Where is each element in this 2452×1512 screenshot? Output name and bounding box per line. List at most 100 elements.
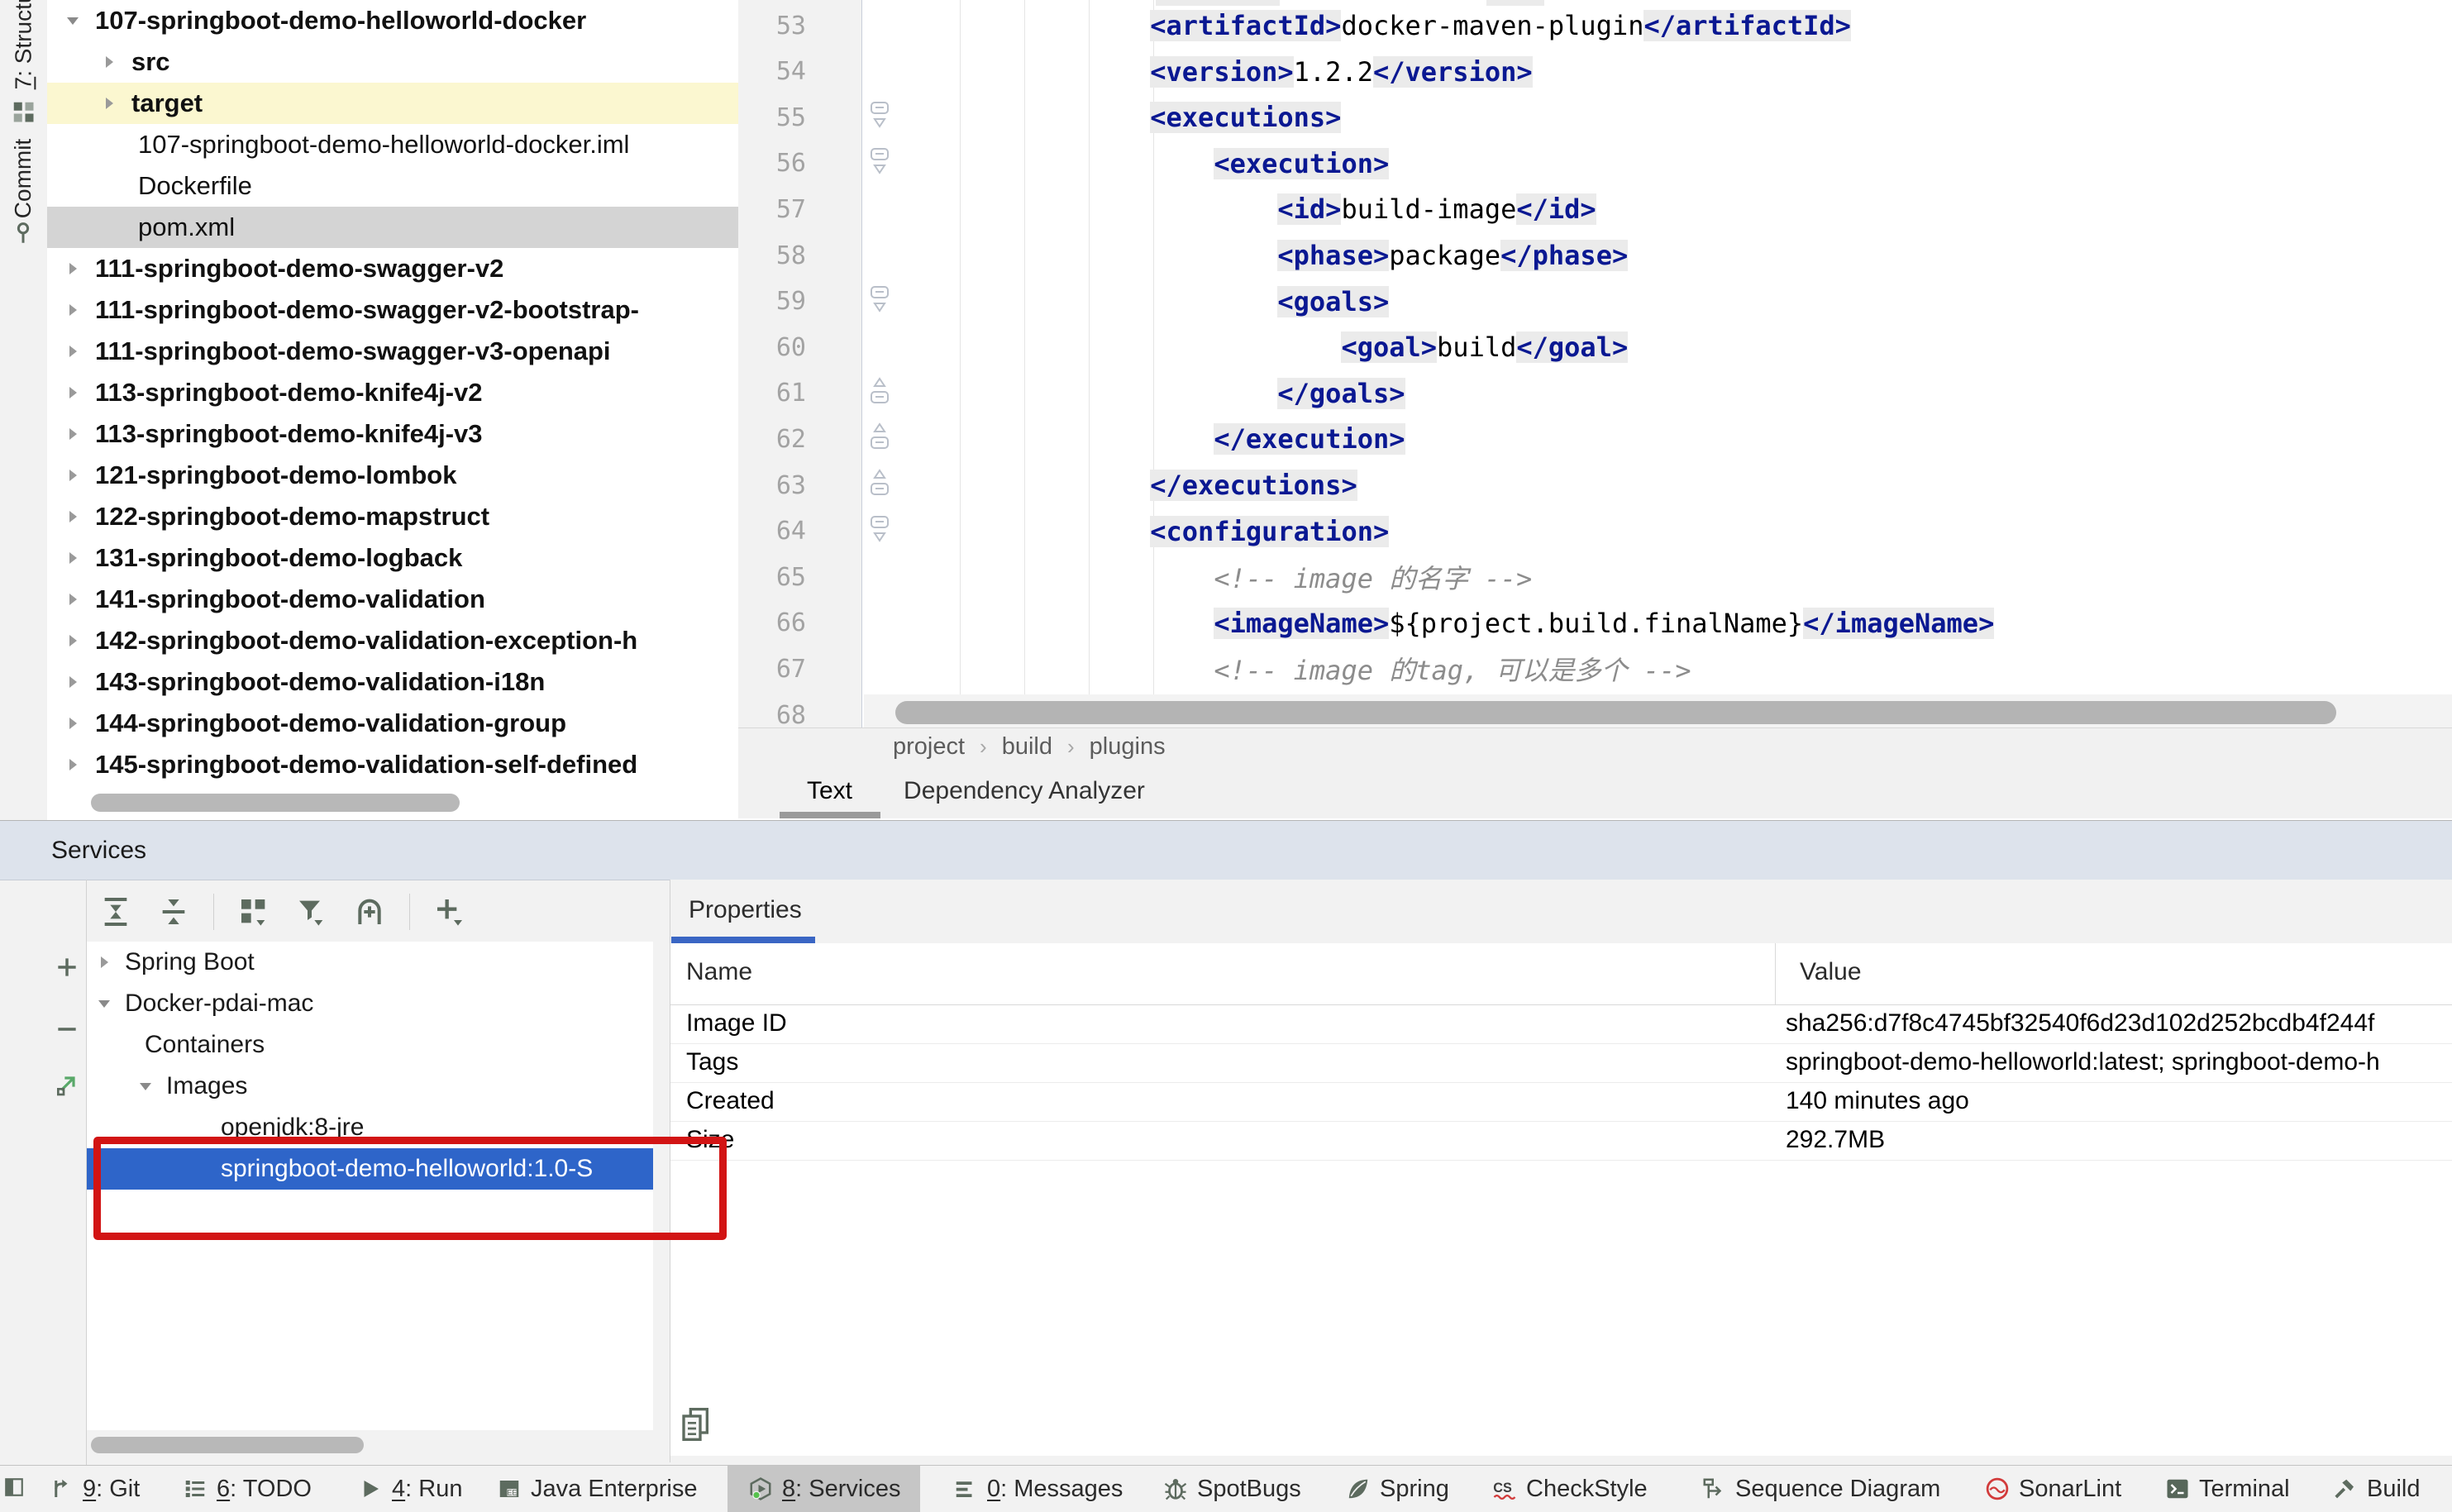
- code-line[interactable]: 58 <phase>package</phase>: [738, 232, 2452, 279]
- column-divider[interactable]: [1775, 943, 1776, 1004]
- property-row[interactable]: Tagsspringboot-demo-helloworld:latest; s…: [670, 1043, 2452, 1083]
- chevron-right-icon[interactable]: [62, 341, 83, 362]
- tree-row[interactable]: target: [47, 83, 738, 124]
- breadcrumb-item[interactable]: plugins: [1090, 733, 1166, 761]
- statusbar-button-spotbugs[interactable]: SpotBugs: [1162, 1466, 1301, 1512]
- column-header-name[interactable]: Name: [686, 958, 752, 986]
- chevron-down-icon[interactable]: [62, 10, 83, 31]
- statusbar-button-todo[interactable]: 6: TODO: [182, 1466, 312, 1512]
- tree-row[interactable]: 107-springboot-demo-helloworld-docker: [47, 0, 738, 41]
- remove-button[interactable]: [54, 1016, 80, 1042]
- chevron-right-icon[interactable]: [98, 51, 120, 73]
- statusbar-button-services[interactable]: 8: Services: [727, 1466, 920, 1512]
- services-tree-row[interactable]: Images: [87, 1066, 653, 1107]
- chevron-right-icon[interactable]: [98, 93, 120, 114]
- tree-row[interactable]: 142-springboot-demo-validation-exception…: [47, 620, 738, 661]
- property-row[interactable]: Created140 minutes ago: [670, 1082, 2452, 1122]
- add-button[interactable]: [54, 954, 80, 980]
- breadcrumb-item[interactable]: project: [893, 733, 965, 761]
- filter-button[interactable]: [293, 894, 330, 930]
- stripe-button-structure[interactable]: 7: Structure: [0, 17, 47, 43]
- code-line[interactable]: 66 <imageName>${project.build.finalName}…: [738, 600, 2452, 646]
- statusbar-button-git[interactable]: 9: Git: [48, 1466, 140, 1512]
- chevron-right-icon[interactable]: [93, 952, 115, 973]
- plus-dropdown-button[interactable]: [432, 894, 468, 930]
- chevron-right-icon[interactable]: [62, 299, 83, 321]
- statusbar-button-messages[interactable]: 0: Messages: [952, 1466, 1123, 1512]
- tree-row[interactable]: 111-springboot-demo-swagger-v3-openapi: [47, 331, 738, 372]
- code-line[interactable]: 65 <!-- image 的名字 -->: [738, 554, 2452, 600]
- chevron-right-icon[interactable]: [62, 506, 83, 527]
- tree-row[interactable]: 113-springboot-demo-knife4j-v3: [47, 413, 738, 455]
- editor-tab-dependency-analyzer[interactable]: Dependency Analyzer: [904, 777, 1145, 805]
- code-line[interactable]: 56 <execution>: [738, 141, 2452, 187]
- editor-hscrollbar[interactable]: [895, 701, 2336, 724]
- chevron-right-icon[interactable]: [62, 258, 83, 279]
- copy-icon[interactable]: [680, 1406, 713, 1443]
- code-line[interactable]: 67 <!-- image 的tag, 可以是多个 -->: [738, 646, 2452, 692]
- code-line[interactable]: 54 <version>1.2.2</version>: [738, 49, 2452, 95]
- chevron-right-icon[interactable]: [62, 671, 83, 693]
- tree-row[interactable]: 144-springboot-demo-validation-group: [47, 703, 738, 744]
- statusbar-button-spring[interactable]: Spring: [1345, 1466, 1449, 1512]
- chevron-right-icon[interactable]: [62, 423, 83, 445]
- code-line[interactable]: 57 <id>build-image</id>: [738, 186, 2452, 232]
- tree-row[interactable]: 111-springboot-demo-swagger-v2: [47, 248, 738, 289]
- services-tree-row[interactable]: Containers: [87, 1024, 653, 1066]
- code-line[interactable]: 63 </executions>: [738, 462, 2452, 508]
- code-line[interactable]: 62 </execution>: [738, 416, 2452, 462]
- chevron-right-icon[interactable]: [62, 589, 83, 610]
- tree-row[interactable]: DDockerfile: [47, 165, 738, 207]
- property-row[interactable]: Size292.7MB: [670, 1121, 2452, 1161]
- breadcrumb-item[interactable]: build: [1002, 733, 1052, 761]
- statusbar-button-javaenterprise[interactable]: EEJava Enterprise: [496, 1466, 698, 1512]
- tree-row[interactable]: 113-springboot-demo-knife4j-v2: [47, 372, 738, 413]
- fold-marker-icon[interactable]: [867, 284, 892, 320]
- chevron-right-icon[interactable]: [62, 382, 83, 403]
- statusbar-button-sonarlint[interactable]: SonarLint: [1984, 1466, 2121, 1512]
- fold-marker-icon[interactable]: [867, 145, 892, 182]
- tree-row[interactable]: src: [47, 41, 738, 83]
- tree-row[interactable]: mpom.xml: [47, 207, 738, 248]
- fold-marker-icon[interactable]: [867, 467, 892, 503]
- statusbar-button-checkstyle[interactable]: CSCheckStyle: [1491, 1466, 1648, 1512]
- tree-row[interactable]: 107-springboot-demo-helloworld-docker.im…: [47, 124, 738, 165]
- tree-row[interactable]: 145-springboot-demo-validation-self-defi…: [47, 744, 738, 785]
- stripe-button-commit[interactable]: Commit: [0, 165, 47, 192]
- fold-marker-icon[interactable]: [867, 421, 892, 457]
- tool-windows-icon[interactable]: [3, 1476, 25, 1498]
- project-tree-hscrollbar[interactable]: [91, 794, 460, 812]
- code-line[interactable]: 53 <artifactId>docker-maven-plugin</arti…: [738, 2, 2452, 49]
- editor-tab-text[interactable]: Text: [807, 777, 852, 805]
- tree-row[interactable]: 111-springboot-demo-swagger-v2-bootstrap…: [47, 289, 738, 331]
- statusbar-button-build[interactable]: Build: [2332, 1466, 2421, 1512]
- property-row[interactable]: Image IDsha256:d7f8c4745bf32540f6d23d102…: [670, 1004, 2452, 1044]
- fold-marker-icon[interactable]: [867, 513, 892, 550]
- tree-row[interactable]: 143-springboot-demo-validation-i18n: [47, 661, 738, 703]
- statusbar-button-terminal[interactable]: Terminal: [2164, 1466, 2290, 1512]
- code-line[interactable]: 61 </goals>: [738, 370, 2452, 417]
- column-header-value[interactable]: Value: [1800, 958, 1862, 986]
- group-by-button[interactable]: [236, 894, 272, 930]
- code-line[interactable]: 55 <executions>: [738, 94, 2452, 141]
- chevron-down-icon[interactable]: [93, 993, 115, 1014]
- scroll-to-button[interactable]: [54, 1071, 80, 1098]
- statusbar-button-sequencediagram[interactable]: Sequence Diagram: [1701, 1466, 1940, 1512]
- tree-row[interactable]: 141-springboot-demo-validation: [47, 579, 738, 620]
- expand-all-button[interactable]: [98, 894, 134, 930]
- fold-marker-icon[interactable]: [867, 375, 892, 412]
- chevron-right-icon[interactable]: [62, 547, 83, 569]
- services-tree-row[interactable]: Docker-pdai-mac: [87, 983, 653, 1024]
- chevron-right-icon[interactable]: [62, 754, 83, 775]
- statusbar-button-run[interactable]: 4: Run: [357, 1466, 462, 1512]
- breadcrumb[interactable]: project›build›plugins: [893, 733, 1166, 761]
- tree-row[interactable]: 121-springboot-demo-lombok: [47, 455, 738, 496]
- tab-properties[interactable]: Properties: [689, 896, 802, 924]
- collapse-all-button[interactable]: [155, 894, 192, 930]
- code-line[interactable]: 64 <configuration>: [738, 508, 2452, 555]
- tree-row[interactable]: 131-springboot-demo-logback: [47, 537, 738, 579]
- code-line[interactable]: 59 <goals>: [738, 279, 2452, 325]
- chevron-right-icon[interactable]: [62, 713, 83, 734]
- chevron-down-icon[interactable]: [135, 1076, 156, 1097]
- services-tree-row[interactable]: Spring Boot: [87, 942, 653, 983]
